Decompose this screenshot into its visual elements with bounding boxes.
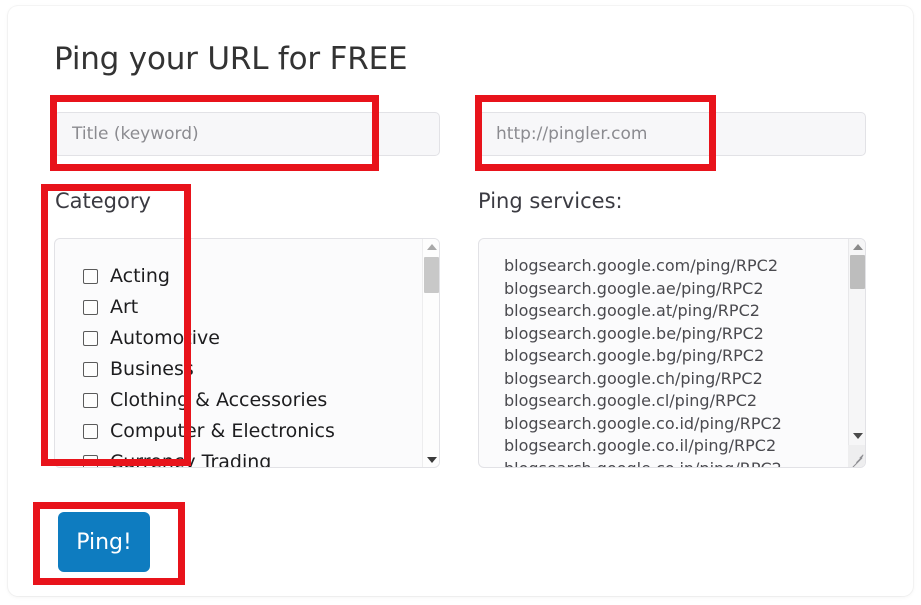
list-item[interactable]: Business xyxy=(55,354,423,385)
checkbox-icon[interactable] xyxy=(83,331,98,346)
list-item: blogsearch.google.ch/ping/RPC2 xyxy=(504,368,763,388)
list-item: blogsearch.google.bg/ping/RPC2 xyxy=(504,346,765,365)
list-item: blogsearch.google.co.il/ping/RPC2 xyxy=(504,436,777,455)
category-scrollbar[interactable] xyxy=(422,239,439,467)
scroll-up-arrow-icon[interactable] xyxy=(423,239,439,254)
category-label: Category xyxy=(55,189,151,213)
list-item: blogsearch.google.be/ping/RPC2 xyxy=(504,323,764,343)
list-item[interactable]: Currency Trading xyxy=(55,447,423,468)
list-item: blogsearch.google.cl/ping/RPC2 xyxy=(504,391,758,410)
scroll-down-arrow-icon[interactable] xyxy=(423,452,439,467)
title-keyword-input[interactable] xyxy=(54,112,440,156)
checkbox-icon[interactable] xyxy=(83,393,98,408)
list-item[interactable]: Clothing & Accessories xyxy=(55,385,423,416)
ping-tool-page: Ping your URL for FREE Category Ping ser… xyxy=(0,0,921,605)
list-item: blogsearch.google.com/ping/RPC2 xyxy=(504,256,779,275)
category-label-text: Automotive xyxy=(110,327,220,349)
list-item[interactable]: Art xyxy=(55,292,423,323)
list-item[interactable]: Automotive xyxy=(55,323,423,354)
category-list[interactable]: Acting Art Automotive Business Clothing … xyxy=(55,239,423,468)
ping-submit-button[interactable]: Ping! xyxy=(58,512,150,572)
checkbox-icon[interactable] xyxy=(83,300,98,315)
scroll-up-arrow-icon[interactable] xyxy=(849,239,865,254)
category-label-text: Acting xyxy=(110,265,170,287)
ping-services-list[interactable]: blogsearch.google.com/ping/RPC2 blogsear… xyxy=(479,239,849,468)
page-content: Ping your URL for FREE Category Ping ser… xyxy=(0,0,921,605)
category-label-text: Art xyxy=(110,296,139,318)
scroll-down-arrow-icon[interactable] xyxy=(849,428,865,443)
category-select-box[interactable]: Acting Art Automotive Business Clothing … xyxy=(54,238,440,468)
ping-services-textarea[interactable]: blogsearch.google.com/ping/RPC2 blogsear… xyxy=(478,238,866,468)
scrollbar-thumb[interactable] xyxy=(424,257,439,293)
list-item: blogsearch.google.co.in/ping/RPC2 xyxy=(504,458,782,468)
scrollbar-thumb[interactable] xyxy=(850,255,865,289)
list-item[interactable]: Computer & Electronics xyxy=(55,416,423,447)
list-item[interactable]: Acting xyxy=(55,261,423,292)
resize-handle-icon[interactable] xyxy=(848,445,865,467)
checkbox-icon[interactable] xyxy=(83,455,98,467)
ping-services-label: Ping services: xyxy=(478,189,623,213)
category-label-text: Business xyxy=(110,358,194,380)
checkbox-icon[interactable] xyxy=(83,424,98,439)
category-label-text: Clothing & Accessories xyxy=(110,389,328,411)
checkbox-icon[interactable] xyxy=(83,362,98,377)
list-item: blogsearch.google.co.id/ping/RPC2 xyxy=(504,413,782,433)
category-label-text: Computer & Electronics xyxy=(110,420,335,442)
ping-services-scrollbar[interactable] xyxy=(848,239,865,467)
category-label-text: Currency Trading xyxy=(110,451,272,468)
list-item: blogsearch.google.ae/ping/RPC2 xyxy=(504,278,764,298)
url-input[interactable] xyxy=(478,112,866,156)
page-title: Ping your URL for FREE xyxy=(54,41,408,77)
list-item: blogsearch.google.at/ping/RPC2 xyxy=(504,301,760,320)
checkbox-icon[interactable] xyxy=(83,269,98,284)
